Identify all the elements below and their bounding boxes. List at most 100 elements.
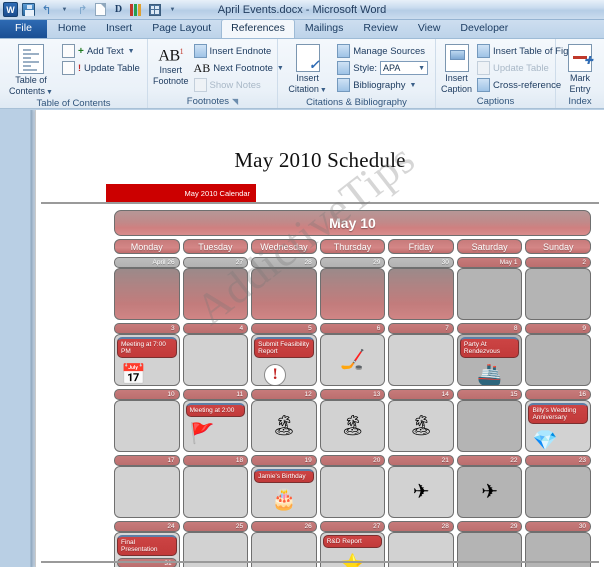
day-content[interactable]: Meeting at 7:00 PM 📅 [114,334,180,386]
calendar-day-cell[interactable]: 11 Meeting at 2:00 🚩 [182,389,249,452]
day-content[interactable]: 🏒 [319,334,386,386]
day-content[interactable]: Billy's Wedding Anniversary 💎 [525,400,592,452]
day-content[interactable]: ✈ [456,466,523,518]
calendar-day-cell[interactable]: 6 🏒 [319,323,386,386]
redo-icon[interactable]: ↱ [74,1,91,18]
insert-endnote-button[interactable]: Insert Endnote [192,43,286,59]
table-grid-icon[interactable] [146,1,163,18]
tab-insert[interactable]: Insert [96,19,142,38]
footnotes-dialog-launcher[interactable]: ◥ [232,97,238,106]
day-content[interactable] [525,334,592,386]
day-content[interactable]: Meeting at 2:00 🚩 [182,400,249,452]
next-footnote-button[interactable]: AB Next Footnote ▼ [192,60,286,76]
calendar-day-cell[interactable]: April 26 [114,257,180,320]
calendar-day-cell[interactable]: 12 🏝 [251,389,317,452]
day-content[interactable] [456,400,523,452]
show-notes-button[interactable]: Show Notes [192,77,286,93]
tab-home[interactable]: Home [48,19,96,38]
calendar-day-cell[interactable]: 17 [114,455,180,518]
quick-access-toolbar[interactable]: W ↰ ▼ ↱ D ▼ [0,1,181,18]
style-dropdown[interactable]: APA ▼ [380,61,428,75]
day-content[interactable] [182,268,249,320]
event-label[interactable]: Billy's Wedding Anniversary [528,403,589,424]
insert-citation-button[interactable]: ✓ Insert Citation▼ [283,42,332,96]
day-content[interactable] [319,268,386,320]
tab-view[interactable]: View [408,19,451,38]
day-content[interactable] [182,334,249,386]
day-content[interactable] [525,466,592,518]
day-content[interactable] [388,334,454,386]
day-content[interactable]: Submit Feasibility Report ! [251,334,317,386]
calendar-day-cell[interactable]: 8 Party At Rendezvous 🚢 [456,323,523,386]
event-label[interactable]: Party At Rendezvous [459,337,520,358]
calendar-day-cell[interactable]: 10 [114,389,180,452]
calendar-day-cell[interactable]: 19 Jamie's Birthday 🎂 [251,455,317,518]
day-content[interactable]: 🏝 [388,400,454,452]
event-label[interactable]: Meeting at 7:00 PM [117,337,177,358]
tab-page-layout[interactable]: Page Layout [142,19,221,38]
customize-qat-icon[interactable]: ▼ [164,1,181,18]
day-content[interactable] [114,466,180,518]
table-of-contents-button[interactable]: Table of Contents▼ [5,42,57,98]
ribbon-tab-bar[interactable]: File Home Insert Page Layout References … [0,18,604,39]
calendar-day-cell[interactable]: 14 🏝 [388,389,454,452]
insert-caption-button[interactable]: Insert Caption [441,42,472,94]
calendar[interactable]: May 10 Monday Tuesday Wednesday Thursday… [114,210,592,567]
add-text-button[interactable]: + Add Text ▼ [60,43,142,59]
event-label[interactable]: Final Presentation [117,535,177,556]
calendar-day-cell[interactable]: 7 [388,323,454,386]
document-page[interactable]: May 2010 Schedule May 2010 Calendar May … [35,110,604,567]
style-selector[interactable]: Style: APA ▼ [335,60,430,76]
update-table-toc-button[interactable]: ! Update Table [60,60,142,76]
calendar-day-cell[interactable]: 9 [525,323,592,386]
day-content[interactable]: 🏝 [319,400,386,452]
calendar-day-cell[interactable]: May 1 [456,257,523,320]
day-content[interactable] [319,466,386,518]
bibliography-button[interactable]: Bibliography ▼ [335,77,430,93]
calendar-day-cell[interactable]: 2 [525,257,592,320]
calendar-day-cell[interactable]: 27 [182,257,249,320]
calendar-day-cell[interactable]: 4 [182,323,249,386]
tab-developer[interactable]: Developer [450,19,518,38]
save-icon[interactable] [20,1,37,18]
word-logo-icon[interactable]: W [2,1,19,18]
manage-sources-button[interactable]: Manage Sources [335,43,430,59]
day-content[interactable]: 🏝 [251,400,317,452]
day-content[interactable] [525,268,592,320]
document-area[interactable]: May 2010 Schedule May 2010 Calendar May … [0,110,604,567]
day-content[interactable] [251,268,317,320]
calendar-day-cell[interactable]: 20 [319,455,386,518]
event-label[interactable]: R&D Report [322,535,383,548]
day-content[interactable] [182,466,249,518]
calendar-day-cell[interactable]: 16 Billy's Wedding Anniversary 💎 [525,389,592,452]
books-icon[interactable] [128,1,145,18]
day-content[interactable] [114,400,180,452]
tab-references[interactable]: References [221,19,295,38]
undo-icon[interactable]: ↰ [38,1,55,18]
calendar-day-cell[interactable]: 29 [319,257,386,320]
calendar-day-cell[interactable]: 21 ✈ [388,455,454,518]
tab-file[interactable]: File [0,18,47,38]
calendar-day-cell[interactable]: 28 [251,257,317,320]
day-content[interactable]: Jamie's Birthday 🎂 [251,466,317,518]
day-content[interactable]: Party At Rendezvous 🚢 [456,334,523,386]
calendar-day-cell[interactable]: 23 [525,455,592,518]
event-label[interactable]: Meeting at 2:00 [185,403,246,417]
calendar-day-cell[interactable]: 18 [182,455,249,518]
day-content[interactable] [388,268,454,320]
draft-view-icon[interactable]: D [110,1,127,18]
calendar-day-cell[interactable]: 15 [456,389,523,452]
day-content[interactable] [114,268,180,320]
mark-entry-button[interactable]: ✚ Mark Entry [561,42,599,94]
calendar-day-cell[interactable]: 3 Meeting at 7:00 PM 📅 [114,323,180,386]
new-document-icon[interactable] [92,1,109,18]
insert-footnote-button[interactable]: AB1 Insert Footnote [153,42,189,86]
event-label[interactable]: Jamie's Birthday [254,469,314,483]
event-label[interactable]: Submit Feasibility Report [254,337,314,358]
undo-dropdown-icon[interactable]: ▼ [56,1,73,18]
calendar-day-cell[interactable]: 22 ✈ [456,455,523,518]
tab-review[interactable]: Review [353,19,407,38]
calendar-day-cell[interactable]: 30 [388,257,454,320]
day-content[interactable] [456,268,523,320]
calendar-day-cell[interactable]: 5 Submit Feasibility Report ! [251,323,317,386]
